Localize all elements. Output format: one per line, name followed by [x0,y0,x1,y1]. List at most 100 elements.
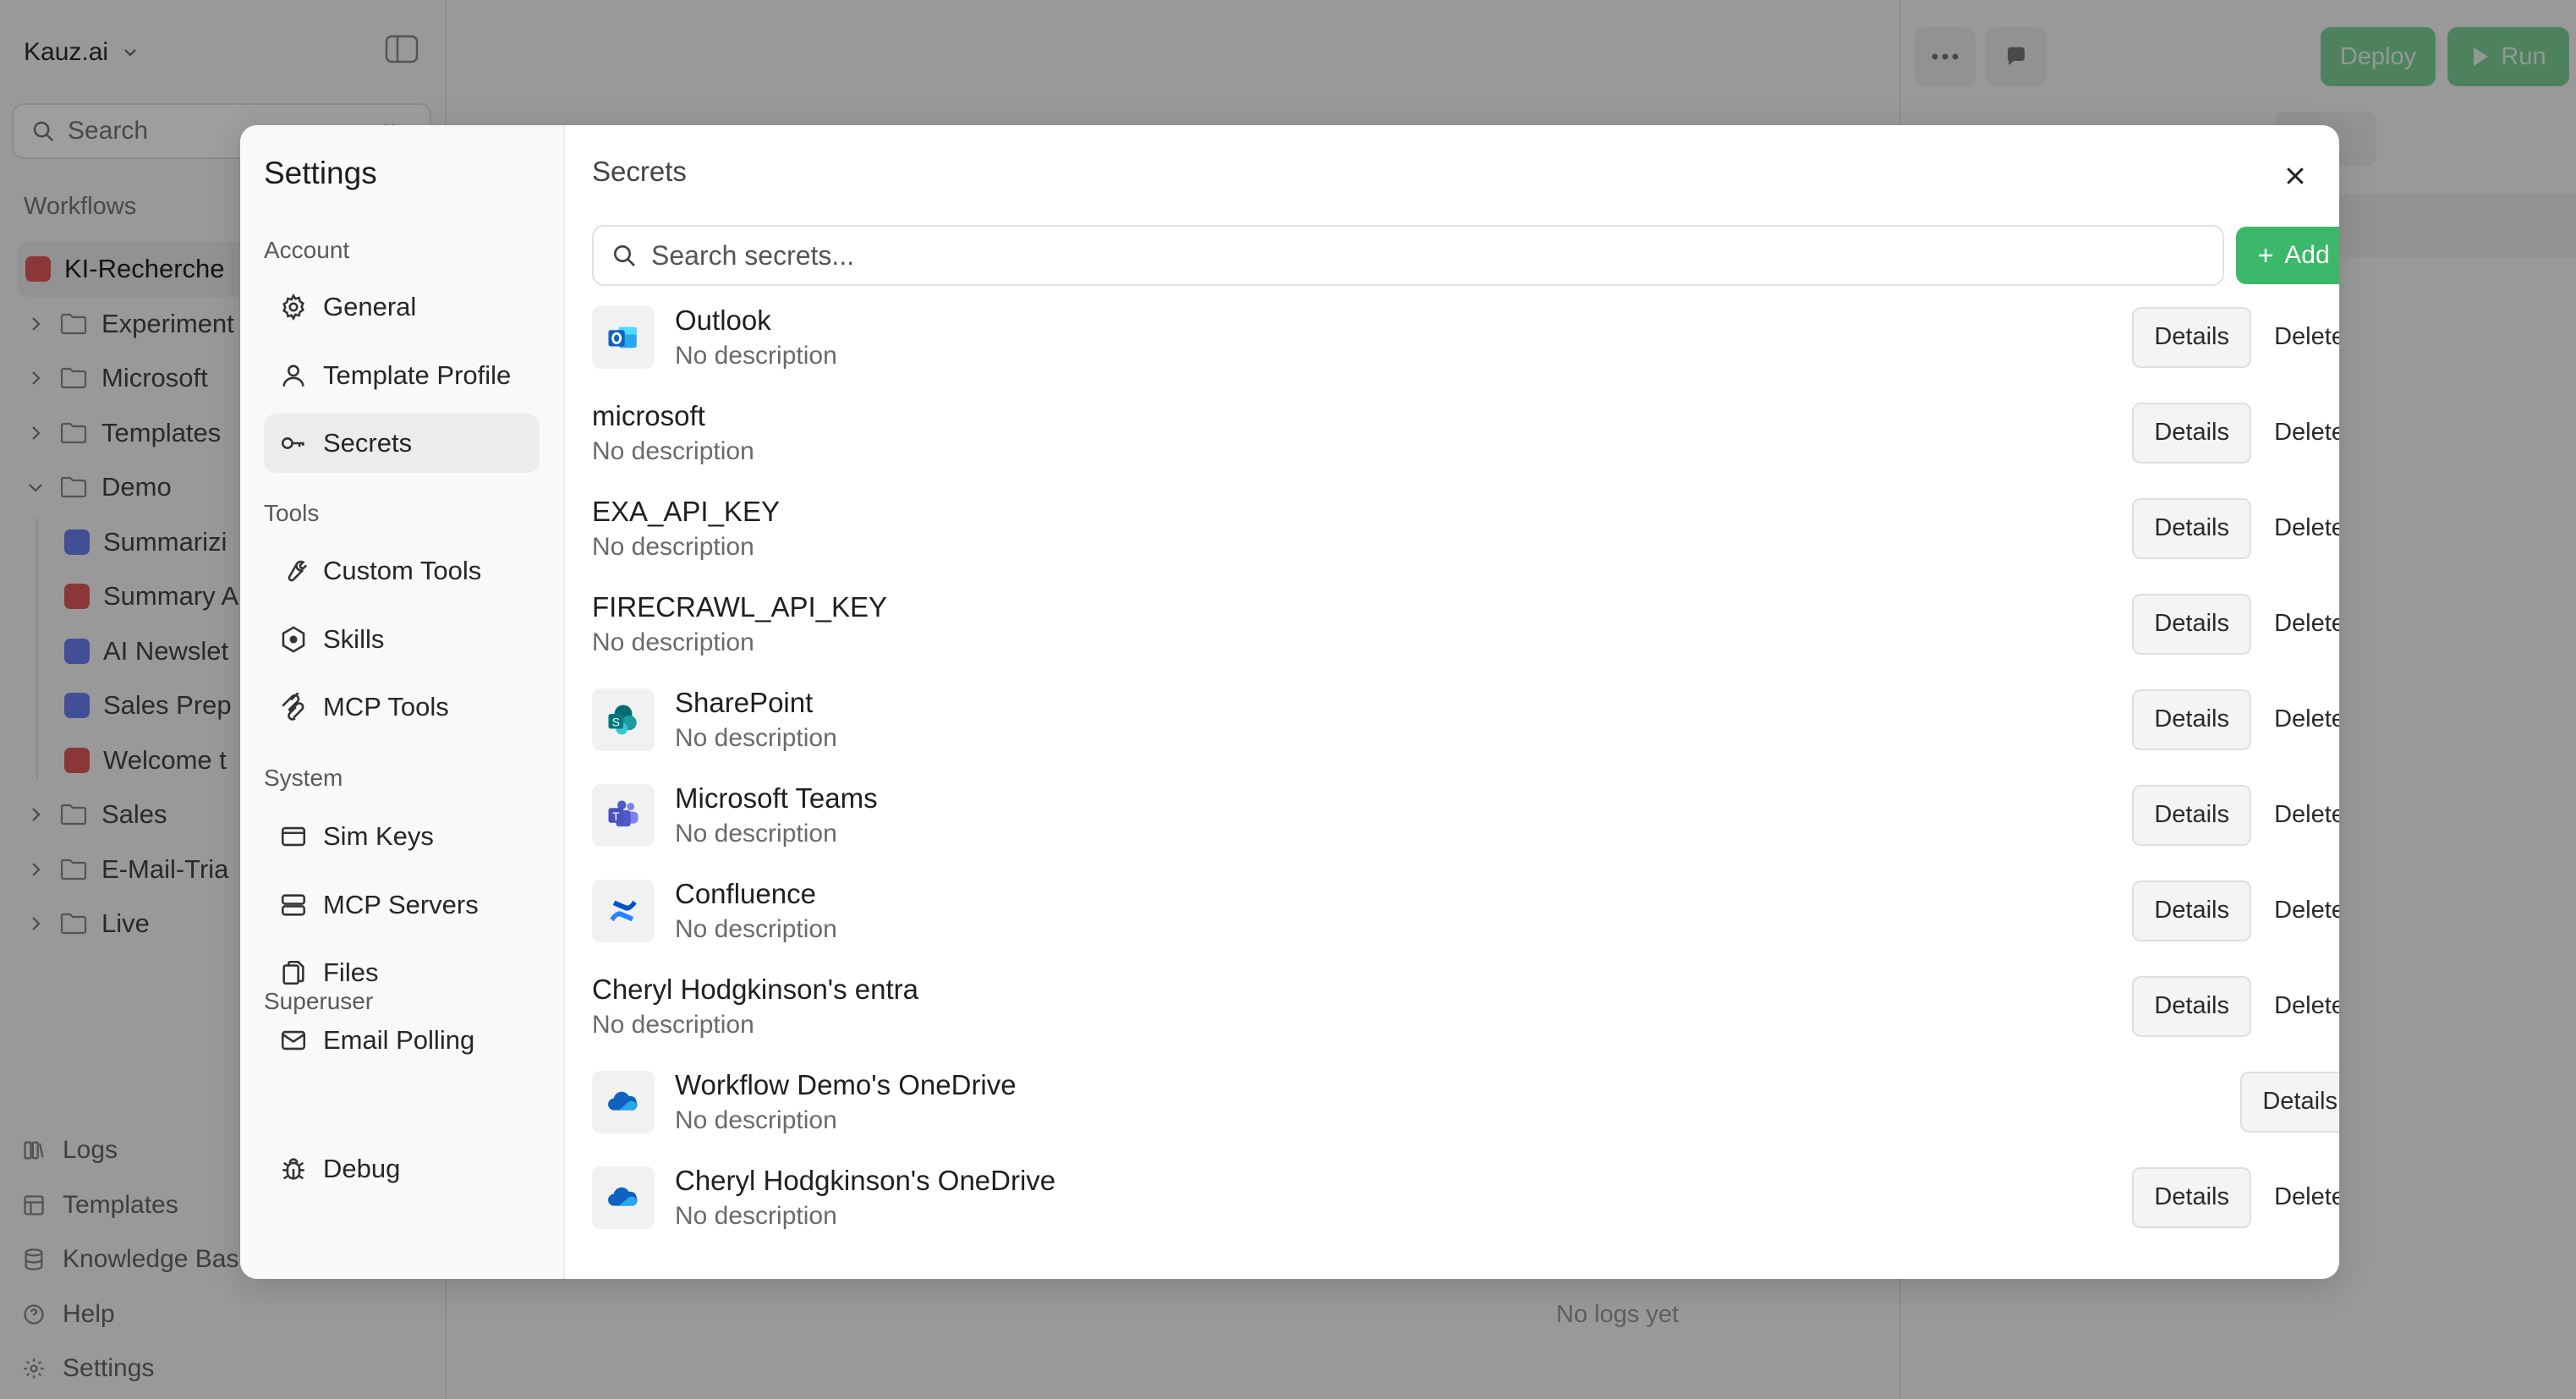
secret-name: Cheryl Hodgkinson's OneDrive [675,1164,1056,1196]
secret-row: microsoft No description Details Delete [592,385,2339,480]
teams-icon: T [608,800,639,826]
secrets-panel: Secrets Add Outlook No description Details… [565,125,2339,1279]
secret-description: No description [675,341,837,370]
onedrive-icon [608,1091,638,1111]
secret-text: Workflow Demo's OneDrive No description [675,1069,1017,1135]
secret-text: SharePoint No description [675,687,837,753]
secret-description: No description [675,723,837,752]
secrets-list: Outlook No description Details Delete micros… [592,289,2339,1245]
key-icon [281,437,304,449]
nav-item-custom-tools[interactable]: Custom Tools [264,541,540,601]
secret-actions: Details Delete [2132,480,2339,576]
secret-text: Confluence No description [675,878,837,944]
secret-text: Microsoft Teams No description [675,782,878,848]
secret-icon-tile: T [592,783,655,847]
secret-name: EXA_API_KEY [592,495,780,527]
secret-row: Workflow Demo's OneDrive No description De… [592,1054,2339,1149]
details-button[interactable]: Details [2132,880,2251,941]
secret-description: No description [675,819,837,848]
mcp-icon [282,693,304,721]
settings-nav: Settings Account General Template Profile S… [240,125,565,1279]
secret-row: S SharePoint No description Details Delete [592,672,2339,767]
nav-item-sim-keys[interactable]: Sim Keys [264,807,540,866]
details-button[interactable]: Details [2240,1071,2339,1133]
secret-name: microsoft [592,399,705,431]
secret-description: No description [592,1010,754,1039]
nav-item-mcp-servers[interactable]: MCP Servers [264,875,540,935]
secret-text: Cheryl Hodgkinson's OneDrive No descripti… [675,1165,1055,1231]
secrets-title: Secrets [592,156,687,187]
details-button[interactable]: Details [2132,593,2251,655]
details-button[interactable]: Details [2132,784,2251,846]
svg-text:T: T [612,809,620,822]
gear-icon [282,293,304,321]
nav-section-heading: System [264,765,343,791]
secret-description: No description [592,628,754,656]
nav-item-label: Sim Keys [323,821,434,851]
secret-text: FIRECRAWL_API_KEY No description [592,591,887,657]
nav-item-template-profile[interactable]: Template Profile [264,346,540,405]
secret-description: No description [675,914,837,943]
add-secret-button[interactable]: Add [2236,227,2339,284]
delete-button[interactable]: Delete [2260,403,2339,464]
hexagon-icon [282,626,305,653]
nav-item-label: Template Profile [323,360,512,390]
delete-button[interactable]: Delete [2260,498,2339,559]
secret-row: FIRECRAWL_API_KEY No description Details De… [592,576,2339,672]
delete-button[interactable]: Delete [2260,1167,2339,1228]
secret-actions: Details Delete [2132,672,2339,767]
secret-row: Cheryl Hodgkinson's entra No description D… [592,958,2339,1054]
delete-button[interactable]: Delete [2260,689,2339,750]
close-icon [2287,167,2304,184]
nav-item-skills[interactable]: Skills [264,610,540,669]
nav-item-label: Skills [323,624,385,654]
secret-description: No description [675,1201,837,1230]
secret-description: No description [592,436,754,465]
delete-button[interactable]: Delete [2260,976,2339,1037]
files-icon [282,960,304,985]
nav-item-email-polling[interactable]: Email Polling [264,1011,540,1070]
secrets-search [592,225,2224,286]
details-button[interactable]: Details [2132,1166,2251,1228]
details-button[interactable]: Details [2132,497,2251,559]
secret-name: Outlook [675,304,771,336]
nav-item-mcp-tools[interactable]: MCP Tools [264,678,540,737]
secret-actions: Details Delete [2132,958,2339,1054]
close-button[interactable] [2277,157,2314,195]
details-button[interactable]: Details [2132,689,2251,750]
delete-button[interactable]: Delete [2260,307,2339,368]
secret-text: Outlook No description [675,304,837,370]
nav-item-label: Secrets [323,428,413,458]
sharepoint-icon: S [608,705,637,734]
details-button[interactable]: Details [2132,975,2251,1037]
secrets-search-input[interactable] [651,239,2173,272]
delete-button[interactable]: Delete [2260,881,2339,941]
plus-icon [2259,249,2273,262]
delete-button[interactable]: Delete [2260,594,2339,655]
secret-text: EXA_API_KEY No description [592,496,780,562]
nav-item-debug[interactable]: Debug [264,1139,540,1199]
nav-item-label: MCP Tools [323,692,449,721]
settings-title: Settings [264,156,377,190]
nav-item-secrets[interactable]: Secrets [264,414,540,473]
nav-section-heading: Account [264,237,350,263]
secret-name: Confluence [675,877,816,909]
secret-name: Microsoft Teams [675,782,878,814]
details-button[interactable]: Details [2132,402,2251,464]
secret-actions: Details Delete [2132,289,2339,385]
secret-row: Cheryl Hodgkinson's OneDrive No descripti… [592,1149,2339,1245]
secret-row: EXA_API_KEY No description Details Delete [592,480,2339,576]
details-button[interactable]: Details [2132,306,2251,368]
card-icon [281,826,306,847]
bug-icon [282,1158,304,1180]
secret-icon-tile: S [592,688,655,751]
secret-actions: Details Delete [2132,1149,2339,1245]
secret-text: microsoft No description [592,400,754,466]
secret-icon-tile [592,879,655,942]
nav-item-label: MCP Servers [323,890,479,919]
wrench-icon [288,560,308,582]
nav-item-label: Email Polling [323,1025,475,1055]
nav-item-general[interactable]: General [264,277,540,337]
delete-button[interactable]: Delete [2260,785,2339,846]
secret-text: Cheryl Hodgkinson's entra No description [592,974,918,1040]
